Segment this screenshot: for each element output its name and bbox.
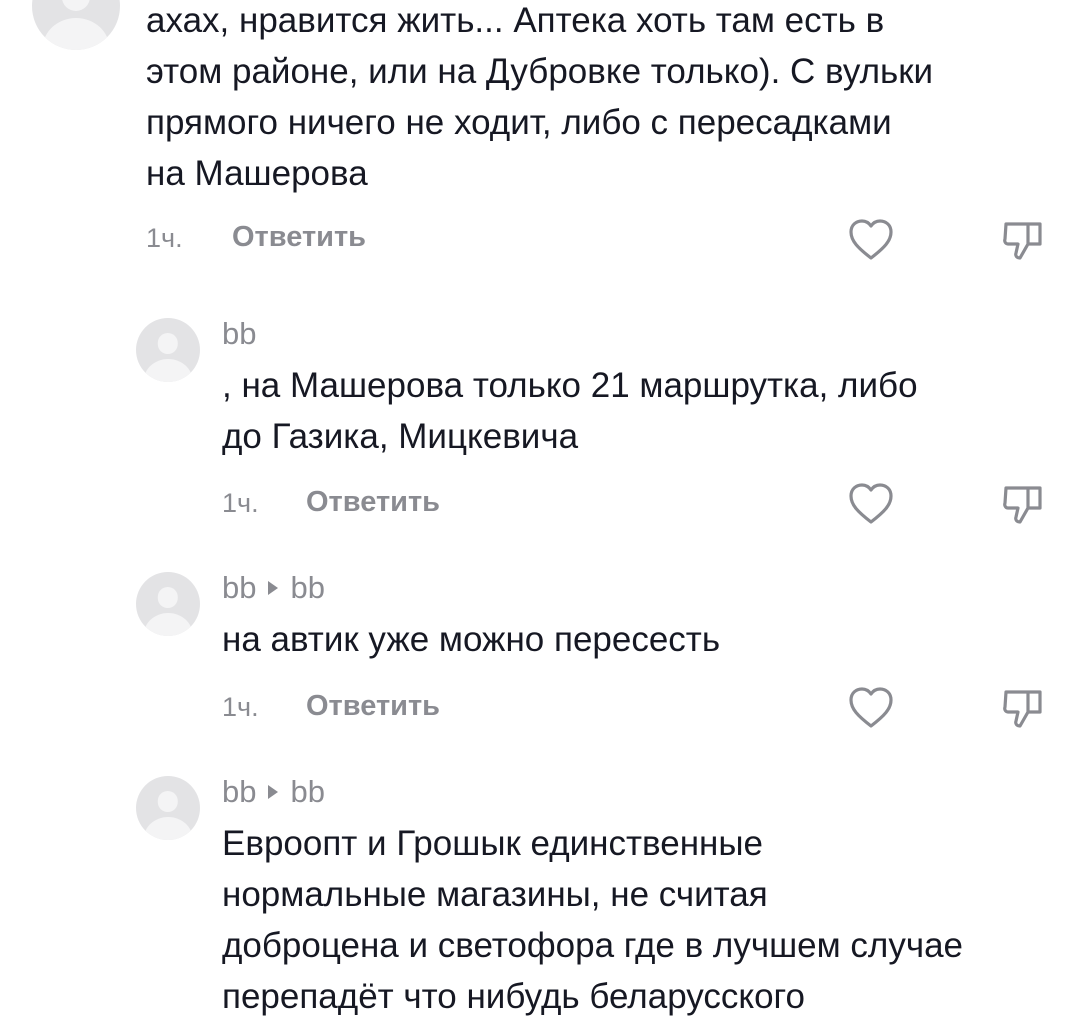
reply-button[interactable]: Ответить — [232, 221, 366, 254]
heart-outline-icon[interactable] — [848, 686, 894, 730]
comment-username[interactable]: bb bb — [222, 774, 325, 810]
avatar[interactable] — [136, 572, 200, 636]
avatar[interactable] — [136, 318, 200, 382]
avatar[interactable] — [136, 776, 200, 840]
heart-outline-icon[interactable] — [848, 482, 894, 526]
comment-text: на автик уже можно пересесть — [222, 620, 721, 659]
comment-time: 1ч. — [222, 488, 259, 518]
thumbs-down-outline-icon[interactable] — [1000, 686, 1046, 730]
thumbs-down-outline-icon[interactable] — [1000, 218, 1046, 262]
avatar[interactable] — [32, 0, 120, 50]
heart-outline-icon[interactable] — [848, 218, 894, 262]
comment-username[interactable]: bb — [222, 316, 256, 352]
reply-button[interactable]: Ответить — [306, 486, 440, 519]
comment-text: , на Машерова только 21 маршрутка, либо … — [222, 366, 918, 456]
comment-text: ахах, нравится жить... Аптека хоть там е… — [146, 1, 934, 193]
comment-text: Евроопт и Грошык единственные нормальные… — [222, 824, 963, 1016]
reply-arrow-icon — [268, 785, 279, 799]
thumbs-down-outline-icon[interactable] — [1000, 482, 1046, 526]
comment-username[interactable]: bb bb — [222, 570, 325, 606]
reply-arrow-icon — [268, 581, 279, 595]
reply-button[interactable]: Ответить — [306, 690, 440, 723]
comment-time: 1ч. — [222, 692, 259, 722]
comment-time: 1ч. — [146, 223, 183, 253]
